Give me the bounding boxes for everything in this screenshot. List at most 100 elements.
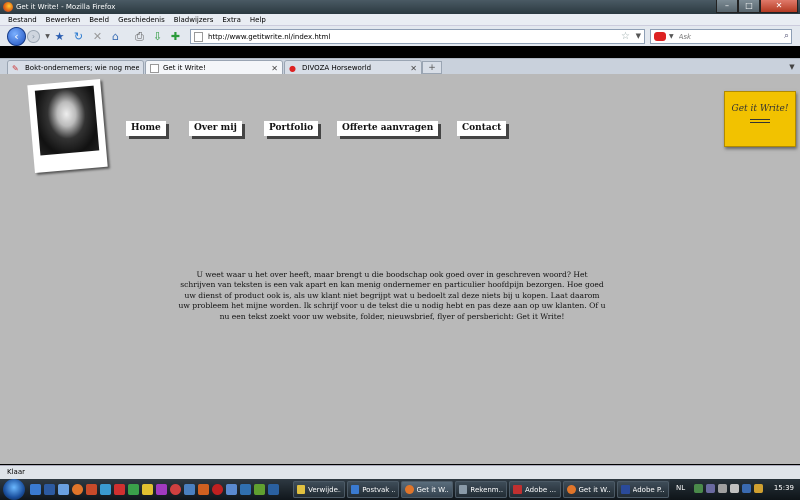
quicklaunch-icon[interactable] — [44, 484, 55, 495]
taskbar-item-label: Adobe ... — [525, 485, 557, 494]
nav-contact[interactable]: Contact — [457, 121, 507, 136]
nav-over-mij[interactable]: Over mij — [189, 121, 242, 136]
search-input[interactable] — [678, 32, 779, 41]
window-title-bar: Get it Write! - Mozilla Firefox – □ ✕ — [0, 0, 800, 14]
quicklaunch-icon[interactable] — [58, 484, 69, 495]
quicklaunch-icon[interactable] — [212, 484, 223, 495]
quicklaunch-icon[interactable] — [240, 484, 251, 495]
tray-icon[interactable] — [742, 484, 751, 493]
tab-favicon-icon: ✎ — [12, 63, 19, 73]
download-icon[interactable]: ⇩ — [151, 30, 164, 43]
print-icon[interactable]: ⎙ — [133, 30, 146, 43]
tab-label: Bokt-ondernemers; wie nog meer? ... — [25, 64, 139, 72]
quicklaunch-icon[interactable] — [226, 484, 237, 495]
taskbar-item-label: Get it W... — [416, 485, 450, 494]
volume-icon[interactable] — [730, 484, 739, 493]
quicklaunch-icon[interactable] — [86, 484, 97, 495]
tab-list-icon[interactable]: ▼ — [786, 61, 798, 74]
forward-button[interactable]: › — [27, 30, 40, 43]
search-bar[interactable]: ▼ ⌕ — [650, 29, 792, 44]
clock[interactable]: 15:39 — [774, 484, 794, 492]
window-title: Get it Write! - Mozilla Firefox — [16, 3, 116, 11]
menu-bestand[interactable]: Bestand — [8, 16, 37, 24]
maximize-button[interactable]: □ — [738, 0, 760, 13]
new-tab-button[interactable]: + — [422, 61, 442, 74]
taskbar-item[interactable]: Get it W... — [401, 481, 453, 498]
intro-text: U weet waar u het over heeft, maar breng… — [178, 270, 606, 321]
close-tab-icon[interactable]: ✕ — [271, 64, 278, 73]
quicklaunch-icon[interactable] — [170, 484, 181, 495]
taskbar-item-label: Get it W... — [578, 485, 612, 494]
quicklaunch-icon[interactable] — [142, 484, 153, 495]
bookmark-page-star-icon[interactable]: ☆ — [621, 31, 630, 42]
language-indicator[interactable]: NL — [676, 484, 685, 492]
firefox-icon — [567, 485, 576, 494]
quicklaunch-icon[interactable] — [198, 484, 209, 495]
web-page: Home Over mij Portfolio Offerte aanvrage… — [0, 74, 800, 464]
taskbar-item[interactable]: Rekenm... — [455, 481, 507, 498]
tab-bar: ✎ Bokt-ondernemers; wie nog meer? ... Ge… — [0, 58, 800, 75]
tab-label: DIVOZA Horseworld — [302, 64, 372, 72]
tray-icon[interactable] — [754, 484, 763, 493]
reload-icon[interactable]: ↻ — [72, 30, 85, 43]
quicklaunch-icon[interactable] — [156, 484, 167, 495]
quicklaunch-icon[interactable] — [268, 484, 279, 495]
taskbar-item-label: Adobe P... — [632, 485, 665, 494]
tab-divoza[interactable]: ● DIVOZA Horseworld ✕ — [284, 60, 422, 75]
add-icon[interactable]: ✚ — [169, 30, 182, 43]
quicklaunch-icon[interactable] — [184, 484, 195, 495]
menu-bewerken[interactable]: Bewerken — [46, 16, 81, 24]
start-button[interactable] — [3, 479, 25, 500]
menu-help[interactable]: Help — [250, 16, 266, 24]
taskbar-item-label: Rekenm... — [470, 485, 503, 494]
taskbar-item[interactable]: Adobe ... — [509, 481, 561, 498]
back-button[interactable]: ‹ — [7, 27, 26, 46]
quicklaunch-icon[interactable] — [100, 484, 111, 495]
url-bar[interactable]: http://www.getitwrite.nl/index.html ☆ ▼ — [190, 29, 645, 44]
nav-portfolio[interactable]: Portfolio — [264, 121, 319, 136]
stop-icon[interactable]: ✕ — [91, 30, 104, 43]
page-icon — [194, 31, 203, 42]
network-icon[interactable] — [718, 484, 727, 493]
taskbar-item[interactable]: Postvak ... — [347, 481, 399, 498]
menu-extra[interactable]: Extra — [222, 16, 240, 24]
tab-favicon-icon — [150, 63, 159, 73]
menu-beeld[interactable]: Beeld — [89, 16, 109, 24]
profile-photo — [27, 78, 108, 174]
close-tab-icon[interactable]: ✕ — [410, 64, 417, 73]
minimize-button[interactable]: – — [716, 0, 738, 13]
adobe-icon — [513, 485, 522, 494]
taskbar-item[interactable]: Get it W... — [563, 481, 615, 498]
url-text[interactable]: http://www.getitwrite.nl/index.html — [208, 33, 330, 41]
nav-offerte-aanvragen[interactable]: Offerte aanvragen — [337, 121, 439, 136]
bookmark-star-icon[interactable]: ★ — [53, 30, 66, 43]
nav-home[interactable]: Home — [126, 121, 166, 136]
site-logo[interactable]: Get it Write! — [724, 91, 796, 147]
calculator-icon — [459, 485, 468, 494]
firefox-launch-icon[interactable] — [72, 484, 83, 495]
menu-geschiedenis[interactable]: Geschiedenis — [118, 16, 165, 24]
home-icon[interactable]: ⌂ — [109, 30, 122, 43]
quicklaunch-icon[interactable] — [254, 484, 265, 495]
close-window-button[interactable]: ✕ — [760, 0, 798, 13]
quicklaunch-icon[interactable] — [30, 484, 41, 495]
engine-dropdown-icon[interactable]: ▼ — [669, 33, 674, 40]
taskbar-item-label: Postvak ... — [362, 485, 395, 494]
quicklaunch-icon[interactable] — [128, 484, 139, 495]
taskbar-item[interactable]: Adobe P... — [617, 481, 669, 498]
tab-bokt[interactable]: ✎ Bokt-ondernemers; wie nog meer? ... — [7, 60, 144, 75]
tab-favicon-icon: ● — [289, 63, 296, 73]
menu-bladwijzers[interactable]: Bladwijzers — [174, 16, 214, 24]
tab-get-it-write[interactable]: Get it Write! ✕ — [145, 60, 283, 75]
folder-icon — [297, 485, 306, 494]
taskbar-item[interactable]: Verwijde... — [293, 481, 345, 498]
pen-icon — [750, 119, 770, 123]
menu-bar: Bestand Bewerken Beeld Geschiedenis Blad… — [0, 14, 800, 26]
quicklaunch-icon[interactable] — [114, 484, 125, 495]
tray-icon[interactable] — [706, 484, 715, 493]
tray-icon[interactable] — [694, 484, 703, 493]
search-engine-icon[interactable] — [654, 32, 666, 41]
search-icon[interactable]: ⌕ — [784, 31, 789, 41]
url-dropdown-icon[interactable]: ▼ — [636, 32, 641, 40]
firefox-icon — [3, 2, 13, 12]
